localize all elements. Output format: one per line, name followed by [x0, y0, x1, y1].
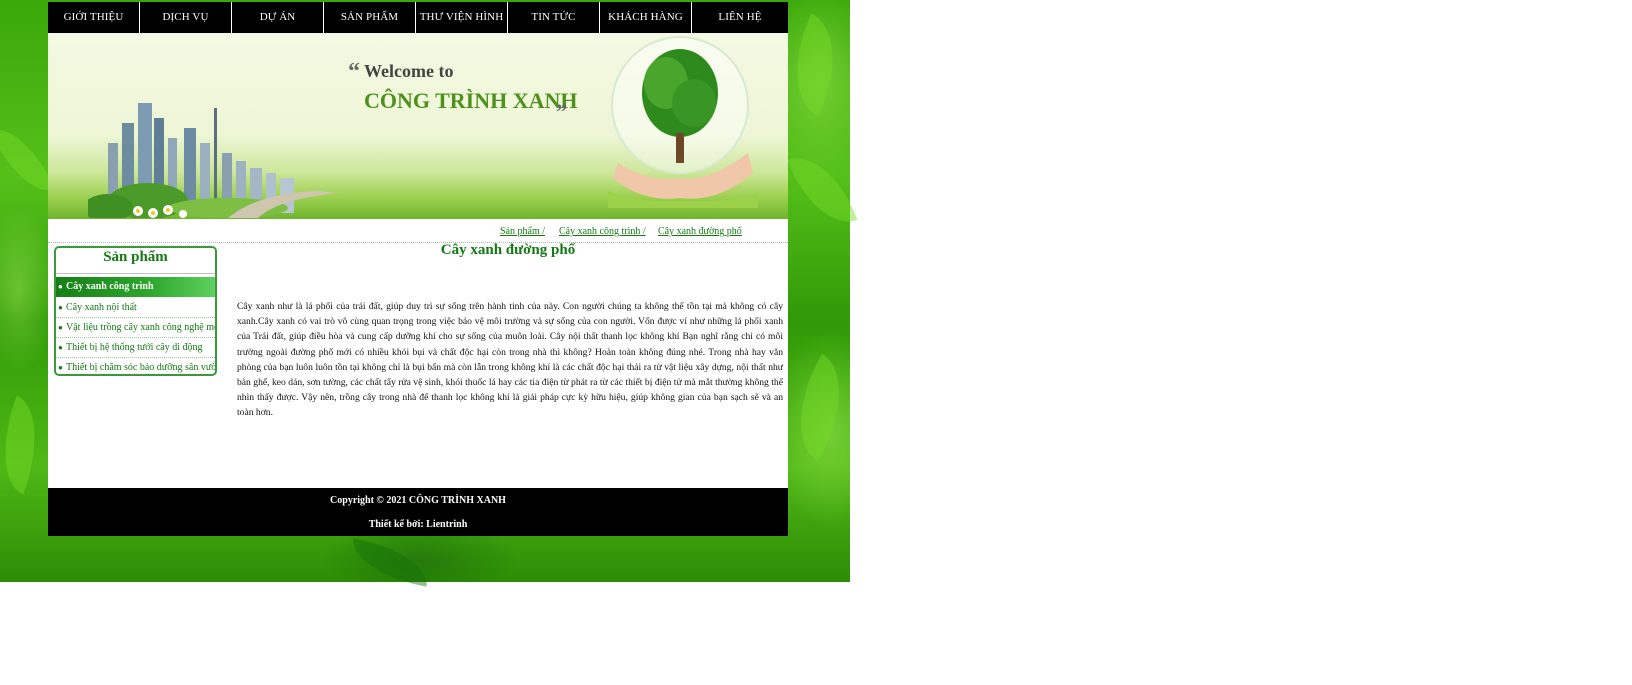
article-body: Cây xanh như là lá phổi của trái đất, gi… [237, 301, 783, 419]
nav-item-san-pham[interactable]: SẢN PHẨM [324, 2, 416, 33]
sidebar-list: ● Cây xanh công trình ● Cây xanh nội thất … [56, 277, 215, 377]
sidebar-item-cay-xanh-cong-trinh[interactable]: ● Cây xanh công trình [56, 277, 215, 297]
leaf-decoration [774, 353, 866, 462]
footer-designer: Thiết kế bởi: Lientrinh [368, 519, 468, 530]
leaf-decoration [787, 144, 858, 236]
city-skyline-illustration [88, 103, 338, 218]
footer-copyright: Copyright © 2021 CÔNG TRÌNH XANH [330, 495, 506, 506]
breadcrumb: Sản phẩm / Cây xanh công trình / Cây xan… [48, 219, 788, 243]
sidebar-item-vat-lieu-trong-cay[interactable]: ● Vật liệu trồng cây xanh công nghệ mới [56, 318, 215, 338]
nav-item-tin-tuc[interactable]: TIN TỨC [508, 2, 600, 33]
sidebar-title: Sản phẩm [103, 249, 168, 265]
banner-brand: CÔNG TRÌNH XANH [364, 88, 578, 113]
tree-globe-hands-illustration [608, 36, 758, 208]
nav-item-gioi-thieu[interactable]: GIỚI THIỆU [48, 2, 140, 33]
banner-welcome: “Welcome to [348, 59, 454, 85]
sidebar-item-cay-xanh-noi-that[interactable]: ● Cây xanh nội thất [56, 298, 215, 318]
leaf-decoration [0, 395, 55, 495]
divider [56, 273, 215, 274]
sidebar-item-thiet-bi-cham-soc[interactable]: ● Thiết bị chăm sóc bảo dưỡng sân vườn [56, 358, 215, 377]
breadcrumb-cay-xanh-cong-trinh[interactable]: Cây xanh công trình / [559, 226, 646, 237]
quote-open-icon: “ [348, 59, 360, 85]
bullet-icon: ● [58, 282, 63, 291]
bullet-icon: ● [58, 363, 63, 372]
nav-item-lien-he[interactable]: LIÊN HỆ [692, 2, 788, 33]
quote-close-icon: ” [556, 99, 567, 124]
leaf-decoration [347, 538, 433, 587]
nav-item-dich-vu[interactable]: DỊCH VỤ [140, 2, 232, 33]
bullet-icon: ● [58, 303, 63, 312]
bullet-icon: ● [58, 323, 63, 332]
page-title: Cây xanh đường phố [440, 242, 576, 258]
breadcrumb-san-pham[interactable]: Sản phẩm / [500, 226, 545, 237]
main-nav: GIỚI THIỆU DỊCH VỤ DỰ ÁN SẢN PHẨM THƯ VI… [48, 2, 788, 33]
header-banner: “Welcome to CÔNG TRÌNH XANH ” [48, 33, 788, 219]
nav-item-du-an[interactable]: DỰ ÁN [232, 2, 324, 33]
footer: Copyright © 2021 CÔNG TRÌNH XANH Thiết k… [48, 488, 788, 536]
nav-item-thu-vien-hinh[interactable]: THƯ VIỆN HÌNH [416, 2, 508, 33]
page-container: GIỚI THIỆU DỊCH VỤ DỰ ÁN SẢN PHẨM THƯ VI… [48, 2, 788, 536]
breadcrumb-cay-xanh-duong-pho[interactable]: Cây xanh đường phố [658, 226, 742, 237]
leaf-decoration [0, 116, 56, 204]
bullet-icon: ● [58, 343, 63, 352]
sidebar-item-thiet-bi-tuoi-cay[interactable]: ● Thiết bị hệ thống tưới cây di động [56, 338, 215, 358]
sidebar-product-menu: Sản phẩm ● Cây xanh công trình ● Cây xanh … [54, 246, 217, 376]
nav-item-khach-hang[interactable]: KHÁCH HÀNG [600, 2, 692, 33]
